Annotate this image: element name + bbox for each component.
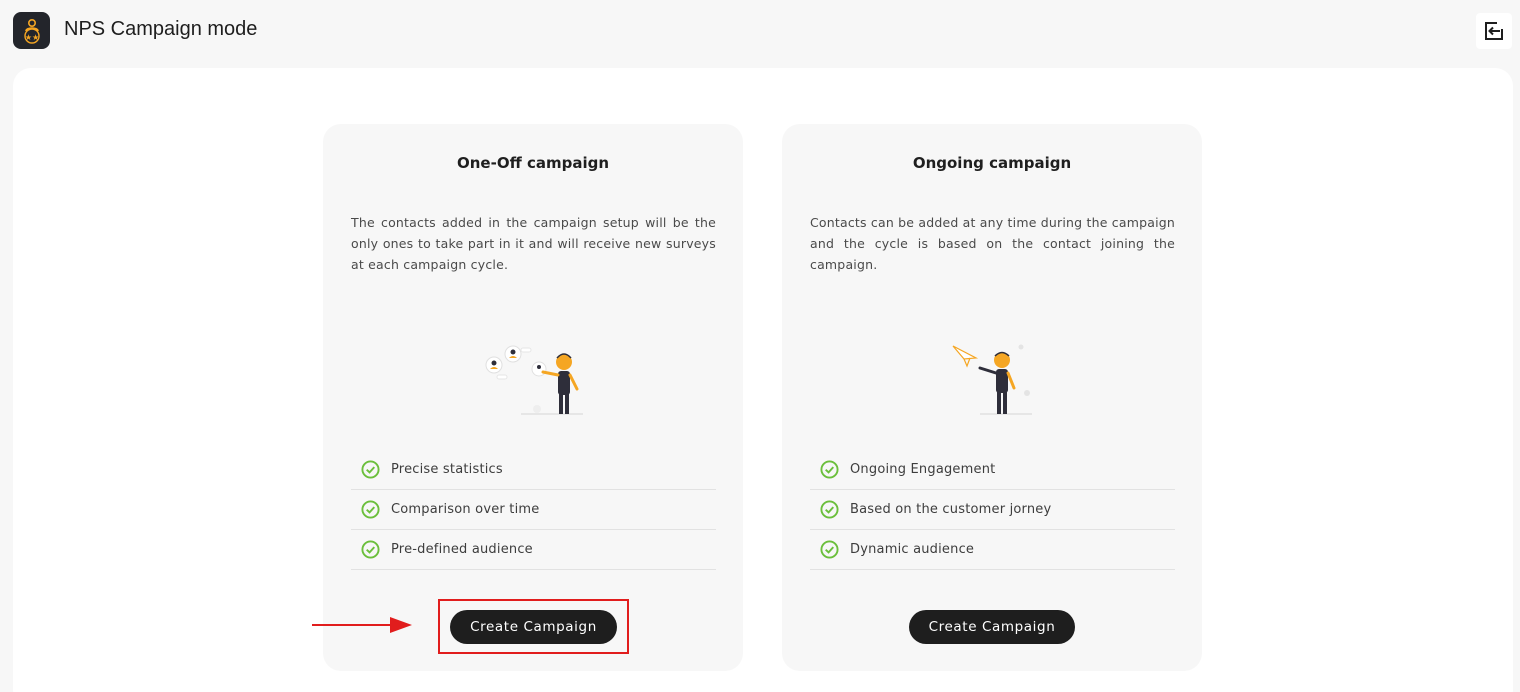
annotation-highlight-box [438, 599, 629, 654]
main-panel [13, 68, 1513, 692]
list-item: Dynamic audience [810, 530, 1175, 570]
feature-list: Ongoing Engagement Based on the customer… [810, 450, 1175, 570]
card-description: Contacts can be added at any time during… [810, 215, 1175, 272]
person-with-contacts-illustration [485, 345, 583, 415]
create-ongoing-campaign-button[interactable]: Create Campaign [909, 610, 1075, 644]
check-circle-icon [820, 540, 839, 559]
feature-label: Dynamic audience [850, 542, 975, 557]
feature-label: Comparison over time [391, 502, 540, 517]
list-item: Based on the customer jorney [810, 490, 1175, 530]
feature-list: Precise statistics Comparison over time … [351, 450, 716, 570]
top-bar: ★★ NPS Campaign mode [0, 0, 1520, 64]
feature-label: Based on the customer jorney [850, 502, 1052, 517]
list-item: Precise statistics [351, 450, 716, 490]
ongoing-campaign-card: Ongoing campaign Contacts can be added a… [782, 124, 1202, 671]
svg-text:★★: ★★ [24, 33, 38, 42]
list-item: Pre-defined audience [351, 530, 716, 570]
exit-button[interactable] [1476, 13, 1512, 49]
list-item: Comparison over time [351, 490, 716, 530]
person-with-paper-plane-illustration [952, 344, 1032, 415]
card-description: The contacts added in the campaign setup… [351, 215, 716, 272]
medal-stars-icon: ★★ [13, 12, 50, 49]
one-off-campaign-card: One-Off campaign The contacts added in t… [323, 124, 743, 671]
feature-label: Ongoing Engagement [850, 462, 996, 477]
check-circle-icon [361, 540, 380, 559]
feature-label: Pre-defined audience [391, 542, 533, 557]
feature-label: Precise statistics [391, 462, 503, 477]
list-item: Ongoing Engagement [810, 450, 1175, 490]
exit-icon [1485, 22, 1503, 40]
card-title: One-Off campaign [456, 154, 609, 172]
page-title: NPS Campaign mode [64, 18, 258, 40]
annotation-arrow-icon [312, 617, 412, 633]
check-circle-icon [820, 460, 839, 479]
card-title: Ongoing campaign [912, 154, 1072, 172]
check-circle-icon [361, 460, 380, 479]
check-circle-icon [361, 500, 380, 519]
check-circle-icon [820, 500, 839, 519]
